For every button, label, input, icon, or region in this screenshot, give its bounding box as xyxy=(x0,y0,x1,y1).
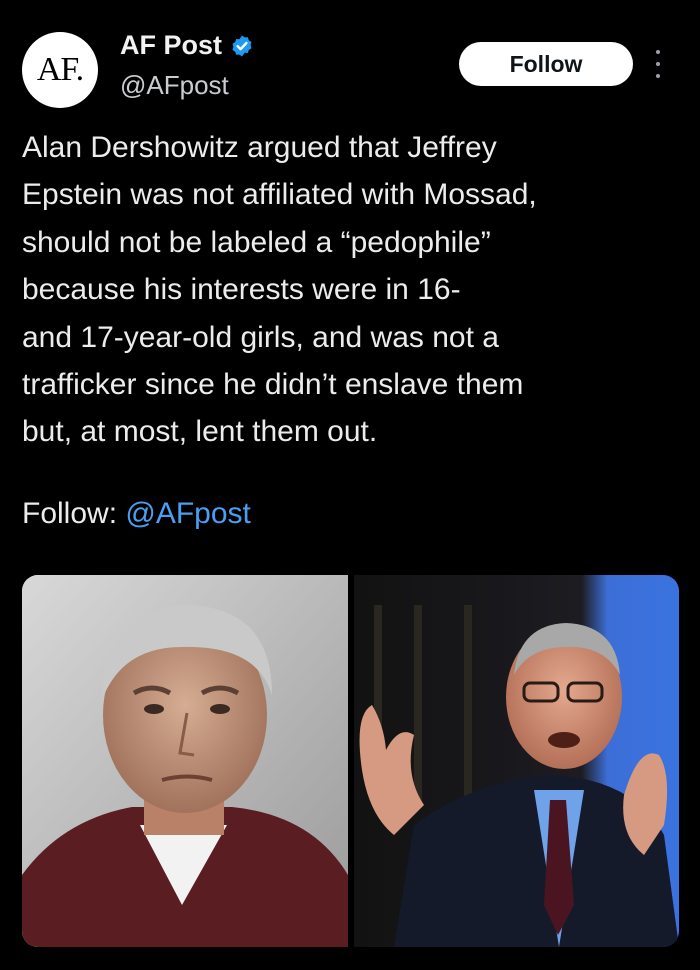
post-text: Alan Dershowitz argued that Jeffrey Epst… xyxy=(22,124,682,456)
post-text-line: Alan Dershowitz argued that Jeffrey xyxy=(22,131,497,164)
man-portrait-photo[interactable] xyxy=(22,575,348,947)
follow-button[interactable]: Follow xyxy=(459,42,633,86)
avatar[interactable]: AF. xyxy=(22,32,98,108)
follow-cta: Follow: @AFpost xyxy=(22,497,251,531)
avatar-logo-text: AF. xyxy=(36,51,84,88)
author-name[interactable]: AF Post xyxy=(120,30,222,61)
post-text-line: because his interests were in 16- xyxy=(22,273,461,307)
post-header: AF. AF Post @AFpost Follow xyxy=(0,0,700,118)
post-text-line: but, at most, lent them out. xyxy=(22,415,378,449)
verified-badge-icon xyxy=(232,35,252,56)
speaker-gesturing-photo[interactable] xyxy=(354,575,679,947)
post-text-line: trafficker since he didn’t enslave them xyxy=(22,368,524,402)
post-text-line: should not be labeled a “pedophile” xyxy=(22,225,491,259)
mention-link[interactable]: @AFpost xyxy=(125,497,251,530)
follow-prefix: Follow: xyxy=(22,497,118,530)
author-handle[interactable]: @AFpost xyxy=(120,70,229,101)
post-text-line: and 17-year-old girls, and was not a xyxy=(22,320,499,354)
media-grid xyxy=(22,575,679,947)
post-text-line: Epstein was not affiliated with Mossad, xyxy=(22,178,537,212)
more-options-icon[interactable] xyxy=(650,50,666,78)
author-name-row[interactable]: AF Post xyxy=(120,30,254,61)
